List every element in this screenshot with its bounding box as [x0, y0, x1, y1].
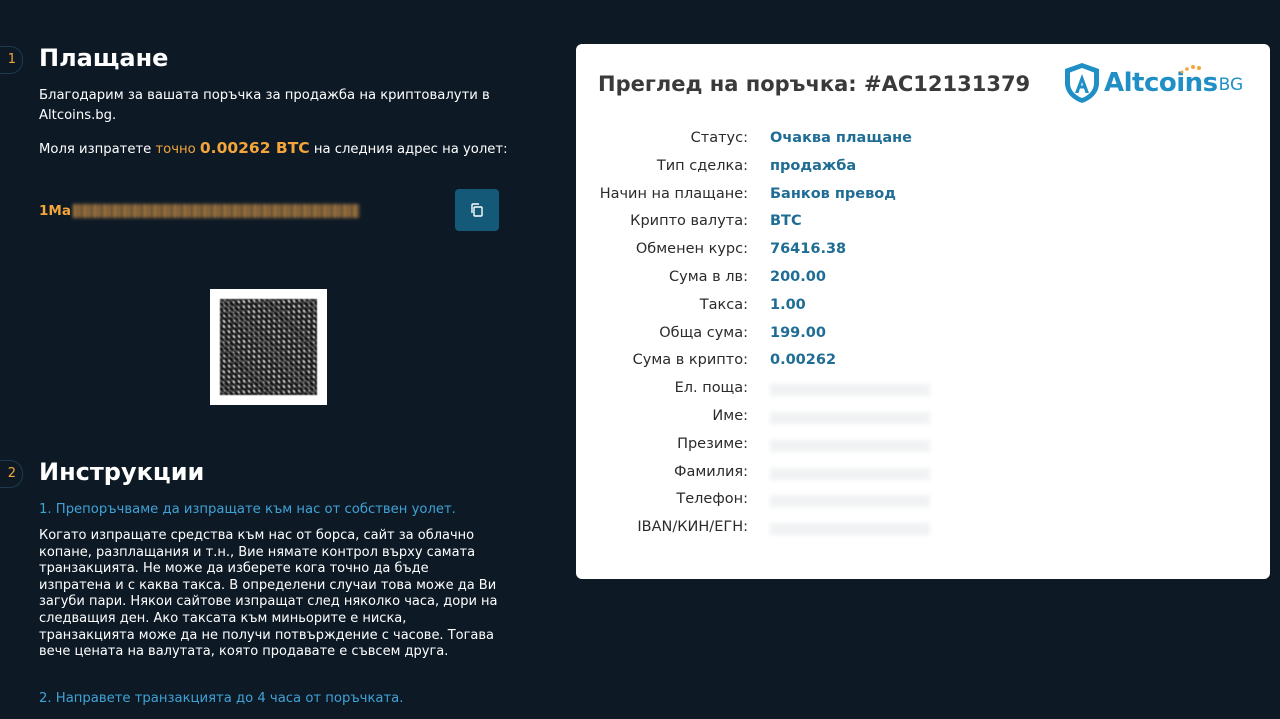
order-detail-row: Обменен курс: 76416.38	[576, 237, 1270, 265]
order-detail-value-redacted	[770, 439, 930, 452]
order-detail-row: Сума в крипто: 0.00262	[576, 348, 1270, 376]
order-details: Статус: Очаква плащане Тип сделка: продажба…	[576, 126, 1270, 543]
send-suffix: на следния адрес на уолет:	[309, 142, 508, 157]
order-detail-row: Начин на плащане: Банков превод	[576, 182, 1270, 210]
order-detail-row: Фамилия:	[576, 460, 1270, 488]
order-detail-value: 200.00	[770, 268, 826, 285]
order-detail-value: 76416.38	[770, 241, 847, 258]
order-detail-row: Такса: 1.00	[576, 293, 1270, 321]
order-detail-value-redacted	[770, 523, 930, 536]
instruction-item-2-title: 2. Направете транзакцията до 4 часа от п…	[39, 691, 404, 706]
order-detail-label: Тип сделка:	[656, 157, 748, 174]
qr-code-icon	[210, 289, 327, 405]
send-amount: 0.00262 BTC	[199, 139, 310, 157]
wallet-address[interactable]: 1Ma	[39, 198, 359, 224]
order-detail-label: Такса:	[699, 296, 748, 313]
page: 1 Плащане Благодарим за вашата поръчка з…	[0, 0, 1280, 719]
thanks-text: Благодарим за вашата поръчка за продажба…	[39, 88, 490, 123]
order-detail-row: Крипто валута: BTC	[576, 209, 1270, 237]
order-detail-value-redacted	[770, 495, 930, 508]
order-detail-row: Ел. поща:	[576, 376, 1270, 404]
order-detail-label: Фамилия:	[673, 463, 748, 480]
logo-suffix: BG	[1218, 75, 1244, 95]
logo-dots-icon	[1180, 65, 1201, 74]
payment-title: Плащане	[39, 44, 169, 72]
step-number-instructions: 2	[0, 460, 23, 488]
order-detail-value: Очаква плащане	[770, 130, 913, 146]
order-detail-value: Банков превод	[770, 185, 896, 202]
order-title: Преглед на поръчка: #AC12131379	[598, 72, 1031, 96]
copy-icon	[471, 203, 483, 217]
order-detail-row: Сума в лв: 200.00	[576, 265, 1270, 293]
order-detail-label: Сума в лв:	[669, 268, 748, 285]
wallet-address-redacted	[72, 204, 359, 218]
order-detail-label: IBAN/КИН/ЕГН:	[637, 519, 748, 536]
order-detail-value: 199.00	[770, 324, 826, 341]
order-detail-row: Обща сума: 199.00	[576, 321, 1270, 349]
order-detail-label: Сума в крипто:	[632, 352, 748, 369]
order-detail-value: 1.00	[770, 296, 806, 313]
altcoins-logo[interactable]: Altcoins BG	[1062, 58, 1252, 108]
instruction-item-1-title: 1. Препоръчваме да изпращате към нас от …	[39, 502, 456, 517]
order-detail-row: Тип сделка: продажба	[576, 154, 1270, 182]
order-detail-label: Обща сума:	[659, 324, 748, 341]
order-detail-row: Телефон:	[576, 487, 1270, 515]
order-detail-label: Начин на плащане:	[599, 185, 748, 202]
order-detail-row: Презиме:	[576, 432, 1270, 460]
copy-address-button[interactable]	[455, 189, 499, 231]
order-detail-label: Презиме:	[677, 435, 748, 452]
instructions-title: Инструкции	[39, 458, 205, 486]
send-exact: точно	[155, 142, 196, 157]
order-detail-value-redacted	[770, 384, 930, 397]
order-detail-value-redacted	[770, 411, 930, 424]
step-number-payment: 1	[0, 46, 23, 74]
wallet-address-prefix: 1Ma	[39, 203, 71, 219]
order-detail-label: Статус:	[690, 130, 748, 146]
order-detail-row: Статус: Очаква плащане	[576, 126, 1270, 154]
order-detail-label: Телефон:	[676, 491, 748, 508]
send-prefix: Моля изпратете	[39, 142, 156, 157]
order-detail-value: BTC	[770, 213, 802, 230]
order-detail-label: Ел. поща:	[674, 380, 748, 397]
order-detail-row: Име:	[576, 404, 1270, 432]
qr-code-pattern	[220, 299, 317, 395]
order-detail-value: продажба	[770, 157, 857, 174]
payment-column: 1 Плащане Благодарим за вашата поръчка з…	[0, 0, 540, 719]
order-detail-row: IBAN/КИН/ЕГН:	[576, 515, 1270, 543]
instruction-item-1-text: Когато изпращате средства към нас от бор…	[39, 528, 498, 660]
order-detail-label: Име:	[712, 407, 748, 424]
order-detail-value-redacted	[770, 467, 930, 480]
order-detail-label: Обменен курс:	[635, 241, 748, 258]
order-detail-label: Крипто валута:	[630, 213, 748, 230]
order-detail-value: 0.00262	[770, 352, 837, 369]
send-instruction: Моля изпратете точно 0.00262 BTC на след…	[39, 138, 509, 160]
shield-a-icon	[1065, 63, 1099, 103]
order-summary-card: Преглед на поръчка: #AC12131379 Altcoins…	[576, 44, 1270, 579]
